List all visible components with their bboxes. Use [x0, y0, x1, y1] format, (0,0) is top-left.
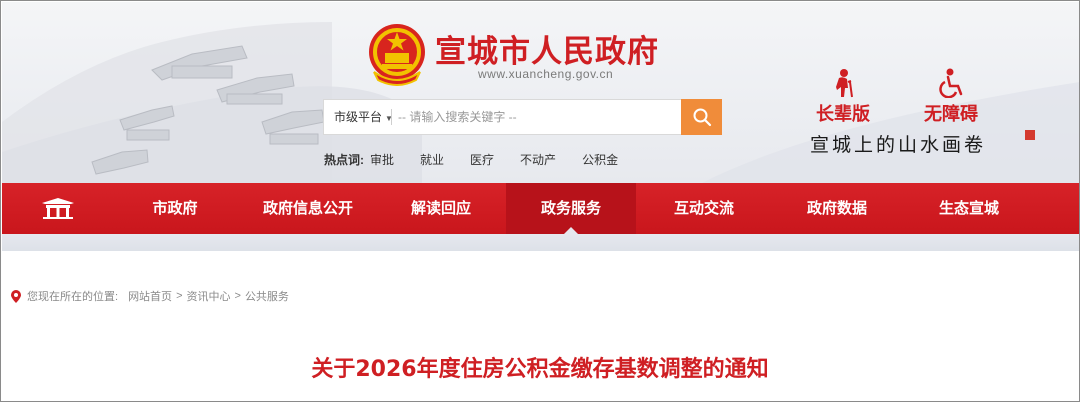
barrier-free-label: 无障碍	[924, 104, 978, 125]
elder-version-link[interactable]: 长辈版	[816, 68, 870, 126]
hot-keyword-medical[interactable]: 医疗	[470, 151, 494, 168]
hot-keywords: 热点词: 审批 就业 医疗 不动产 公积金	[324, 151, 644, 168]
search-divider	[391, 109, 392, 125]
main-nav: 市政府 政府信息公开 解读回应 政务服务 互动交流 政府数据 生态宣城	[2, 183, 1079, 234]
hot-keyword-housing-fund[interactable]: 公积金	[582, 151, 618, 168]
red-seal-mark	[1025, 130, 1035, 140]
hot-keyword-employment[interactable]: 就业	[420, 151, 444, 168]
breadcrumb-news-center[interactable]: 资讯中心	[187, 288, 231, 304]
breadcrumb: 您现在所在的位置: 网站首页 > 资讯中心 > 公共服务	[11, 288, 289, 304]
site-url: www.xuancheng.gov.cn	[478, 67, 614, 81]
search-icon	[693, 108, 711, 127]
calligraphy-slogan: 宣城上的山水画卷	[810, 134, 987, 156]
nav-item-government-data[interactable]: 政府数据	[772, 183, 902, 234]
home-gate-icon[interactable]	[40, 197, 76, 219]
search-scope-select[interactable]: 市级平台 ▼	[324, 100, 393, 134]
breadcrumb-home[interactable]: 网站首页	[128, 288, 172, 304]
site-header: 宣城市人民政府 www.xuancheng.gov.cn 市级平台▼ 热点词: …	[2, 2, 1079, 183]
wheelchair-icon	[939, 68, 963, 98]
elder-person-icon	[836, 69, 853, 98]
national-emblem-icon	[369, 24, 425, 86]
nav-item-interpretation-response[interactable]: 解读回应	[376, 183, 506, 234]
hot-keywords-label: 热点词:	[324, 153, 364, 167]
location-pin-icon	[11, 289, 21, 303]
breadcrumb-separator: >	[234, 290, 241, 302]
hot-keyword-real-estate[interactable]: 不动产	[520, 151, 556, 168]
nav-item-interaction[interactable]: 互动交流	[636, 183, 772, 234]
breadcrumb-public-service[interactable]: 公共服务	[245, 288, 289, 304]
elder-version-label: 长辈版	[816, 104, 870, 125]
article-title: 关于2026年度住房公积金缴存基数调整的通知	[311, 357, 769, 382]
breadcrumb-location-label: 您现在所在的位置:	[27, 291, 119, 303]
page-frame: 宣城市人民政府 www.xuancheng.gov.cn 市级平台▼ 热点词: …	[0, 0, 1080, 402]
barrier-free-link[interactable]: 无障碍	[924, 68, 978, 126]
hot-keyword-approval[interactable]: 审批	[370, 151, 394, 168]
nav-item-ecological-xuancheng[interactable]: 生态宣城	[902, 183, 1036, 234]
site-title[interactable]: 宣城市人民政府	[435, 26, 659, 71]
nav-item-information-disclosure[interactable]: 政府信息公开	[240, 183, 376, 234]
search-box: 市级平台 ▼	[323, 99, 722, 135]
search-scope-label: 市级平台	[334, 110, 383, 124]
breadcrumb-separator: >	[176, 290, 183, 302]
search-button[interactable]	[681, 99, 722, 135]
nav-shadow-band	[2, 234, 1079, 251]
nav-item-government-services[interactable]: 政务服务	[506, 183, 636, 234]
search-input[interactable]	[398, 104, 678, 130]
nav-item-city-government[interactable]: 市政府	[110, 183, 240, 234]
